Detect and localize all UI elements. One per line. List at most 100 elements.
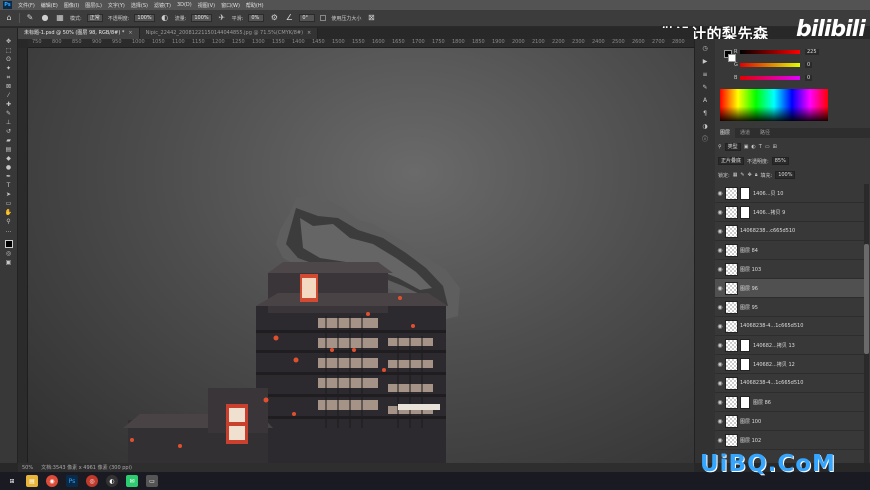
quick-mask-icon[interactable]: ◎	[3, 250, 15, 257]
pen-tool-icon[interactable]: ✒	[3, 173, 15, 180]
tab-document-2[interactable]: Nipic_22442_20081221150144044855.jpg @ 7…	[139, 28, 319, 39]
layer-row[interactable]: ◉ 14068238-4...1c665d510	[715, 317, 865, 336]
layer-name[interactable]: 140682...拷贝 13	[753, 342, 795, 349]
brush-preset-icon[interactable]: ●	[40, 13, 50, 23]
character-icon[interactable]: A	[700, 97, 710, 105]
pressure-checkbox[interactable]	[320, 15, 327, 21]
angle-field[interactable]: 0°	[299, 14, 316, 22]
eye-icon[interactable]: ◉	[715, 190, 725, 197]
chrome-icon[interactable]: ◉	[46, 475, 58, 487]
flow-field[interactable]: 100%	[191, 14, 212, 22]
layer-row[interactable]: ◉ 图层 102	[715, 431, 865, 450]
clone-stamp-icon[interactable]: ⊥	[3, 119, 15, 126]
eye-icon[interactable]: ◉	[715, 266, 725, 273]
layers-scrollbar[interactable]	[864, 184, 869, 463]
eye-icon[interactable]: ◉	[715, 342, 725, 349]
menu-filter[interactable]: 滤镜(T)	[154, 2, 171, 9]
screen-mode-icon[interactable]: ▣	[3, 259, 15, 266]
filter-shape-icon[interactable]: ▭	[765, 144, 770, 150]
lock-move-icon[interactable]: ✥	[748, 172, 752, 178]
layer-kind-filter[interactable]: 类型	[724, 143, 741, 151]
layer-thumbnail[interactable]	[725, 224, 738, 238]
media-icon[interactable]: ◐	[106, 475, 118, 487]
eyedropper-icon[interactable]: ⁄	[3, 92, 15, 99]
scrollbar-thumb[interactable]	[864, 244, 869, 354]
color-spectrum[interactable]	[720, 89, 828, 121]
photoshop-icon[interactable]: Ps	[66, 475, 78, 487]
layer-name[interactable]: 1406...拷贝 9	[753, 209, 785, 216]
layer-thumbnail[interactable]	[725, 414, 738, 428]
layer-thumbnail[interactable]	[725, 186, 738, 200]
menu-type[interactable]: 文字(Y)	[108, 2, 125, 9]
layer-name[interactable]: 图层 95	[740, 304, 758, 311]
eye-icon[interactable]: ◉	[715, 418, 725, 425]
history-brush-icon[interactable]: ↺	[3, 128, 15, 135]
blue-value[interactable]: 0	[805, 75, 813, 81]
layer-thumbnail[interactable]	[725, 357, 738, 371]
eye-icon[interactable]: ◉	[715, 437, 725, 444]
layer-name[interactable]: 14068238-4...1c665d510	[740, 323, 803, 329]
layer-thumbnail[interactable]	[725, 281, 738, 295]
layer-row[interactable]: ◉ 图层 103	[715, 260, 865, 279]
eraser-tool-icon[interactable]: ✎	[25, 13, 35, 23]
type-tool-icon[interactable]: T	[3, 182, 15, 189]
menu-edit[interactable]: 编辑(E)	[41, 2, 58, 9]
layer-name[interactable]: 1406...贝 10	[753, 190, 783, 197]
layer-name[interactable]: 图层 103	[740, 266, 761, 273]
zoom-tool-icon[interactable]: ⚲	[3, 218, 15, 225]
actions-icon[interactable]: ▶	[700, 58, 710, 66]
mode-select[interactable]: 正常	[86, 14, 103, 22]
layer-thumbnail[interactable]	[725, 395, 738, 409]
start-icon[interactable]: ⊞	[6, 475, 18, 487]
layer-mask-thumbnail[interactable]	[740, 186, 750, 200]
lock-all-icon[interactable]: 🔒︎	[755, 172, 758, 178]
menu-view[interactable]: 视图(V)	[198, 2, 215, 9]
filter-pixel-icon[interactable]: ▣	[744, 144, 749, 150]
layer-mask-thumbnail[interactable]	[740, 395, 750, 409]
tab-document-1[interactable]: 未标题-1.psd @ 50% (图层 98, RGB/8#) * ×	[18, 28, 140, 39]
gear-icon[interactable]: ⚙	[269, 13, 279, 23]
layer-name[interactable]: 图层 102	[740, 437, 761, 444]
menu-file[interactable]: 文件(F)	[18, 2, 35, 9]
vertical-ruler[interactable]	[18, 48, 28, 463]
lock-paint-icon[interactable]: ✎	[740, 172, 744, 178]
gradient-tool-icon[interactable]: ▤	[3, 146, 15, 153]
folder-icon[interactable]: ▭	[146, 475, 158, 487]
eye-icon[interactable]: ◉	[715, 323, 725, 330]
move-tool-icon[interactable]: ✥	[3, 38, 15, 45]
paragraph-icon[interactable]: ¶	[700, 110, 710, 118]
layer-name[interactable]: 图层 100	[740, 418, 761, 425]
marquee-tool-icon[interactable]: ⬚	[3, 47, 15, 54]
layer-thumbnail[interactable]	[725, 300, 738, 314]
blue-slider[interactable]	[740, 76, 800, 80]
info-icon[interactable]: ⓘ	[700, 136, 710, 144]
menu-window[interactable]: 窗口(W)	[221, 2, 240, 9]
layer-row[interactable]: ◉ 14068238-4...1c665d510	[715, 374, 865, 393]
blend-mode-select[interactable]: 正片叠底	[718, 157, 745, 165]
layer-name[interactable]: 14068238...c665d510	[740, 228, 795, 234]
eye-icon[interactable]: ◉	[715, 361, 725, 368]
lasso-tool-icon[interactable]: ʘ	[3, 56, 15, 63]
file-explorer-icon[interactable]: ▤	[26, 475, 38, 487]
layer-thumbnail[interactable]	[725, 433, 738, 447]
layer-row[interactable]: ◉ 1406...贝 10	[715, 184, 865, 203]
layer-name[interactable]: 140682...拷贝 12	[753, 361, 795, 368]
home-icon[interactable]: ⌂	[4, 13, 14, 23]
eye-icon[interactable]: ◉	[715, 209, 725, 216]
layer-mask-thumbnail[interactable]	[740, 205, 750, 219]
adjustments-icon[interactable]: ◑	[700, 123, 710, 131]
red-slider[interactable]	[740, 50, 800, 54]
eye-icon[interactable]: ◉	[715, 228, 725, 235]
properties-icon[interactable]: ≡	[700, 71, 710, 79]
symmetry-icon[interactable]: ⊠	[366, 13, 376, 23]
rectangle-tool-icon[interactable]: ▭	[3, 200, 15, 207]
opacity-field[interactable]: 100%	[134, 14, 155, 22]
layer-thumbnail[interactable]	[725, 205, 738, 219]
eye-icon[interactable]: ◉	[715, 399, 725, 406]
red-value[interactable]: 225	[805, 49, 819, 55]
tab-channels[interactable]: 通道	[735, 128, 755, 138]
eye-icon[interactable]: ◉	[715, 247, 725, 254]
smooth-field[interactable]: 0%	[248, 14, 265, 22]
healing-brush-icon[interactable]: ✚	[3, 101, 15, 108]
layer-opacity-field[interactable]: 85%	[771, 157, 789, 165]
